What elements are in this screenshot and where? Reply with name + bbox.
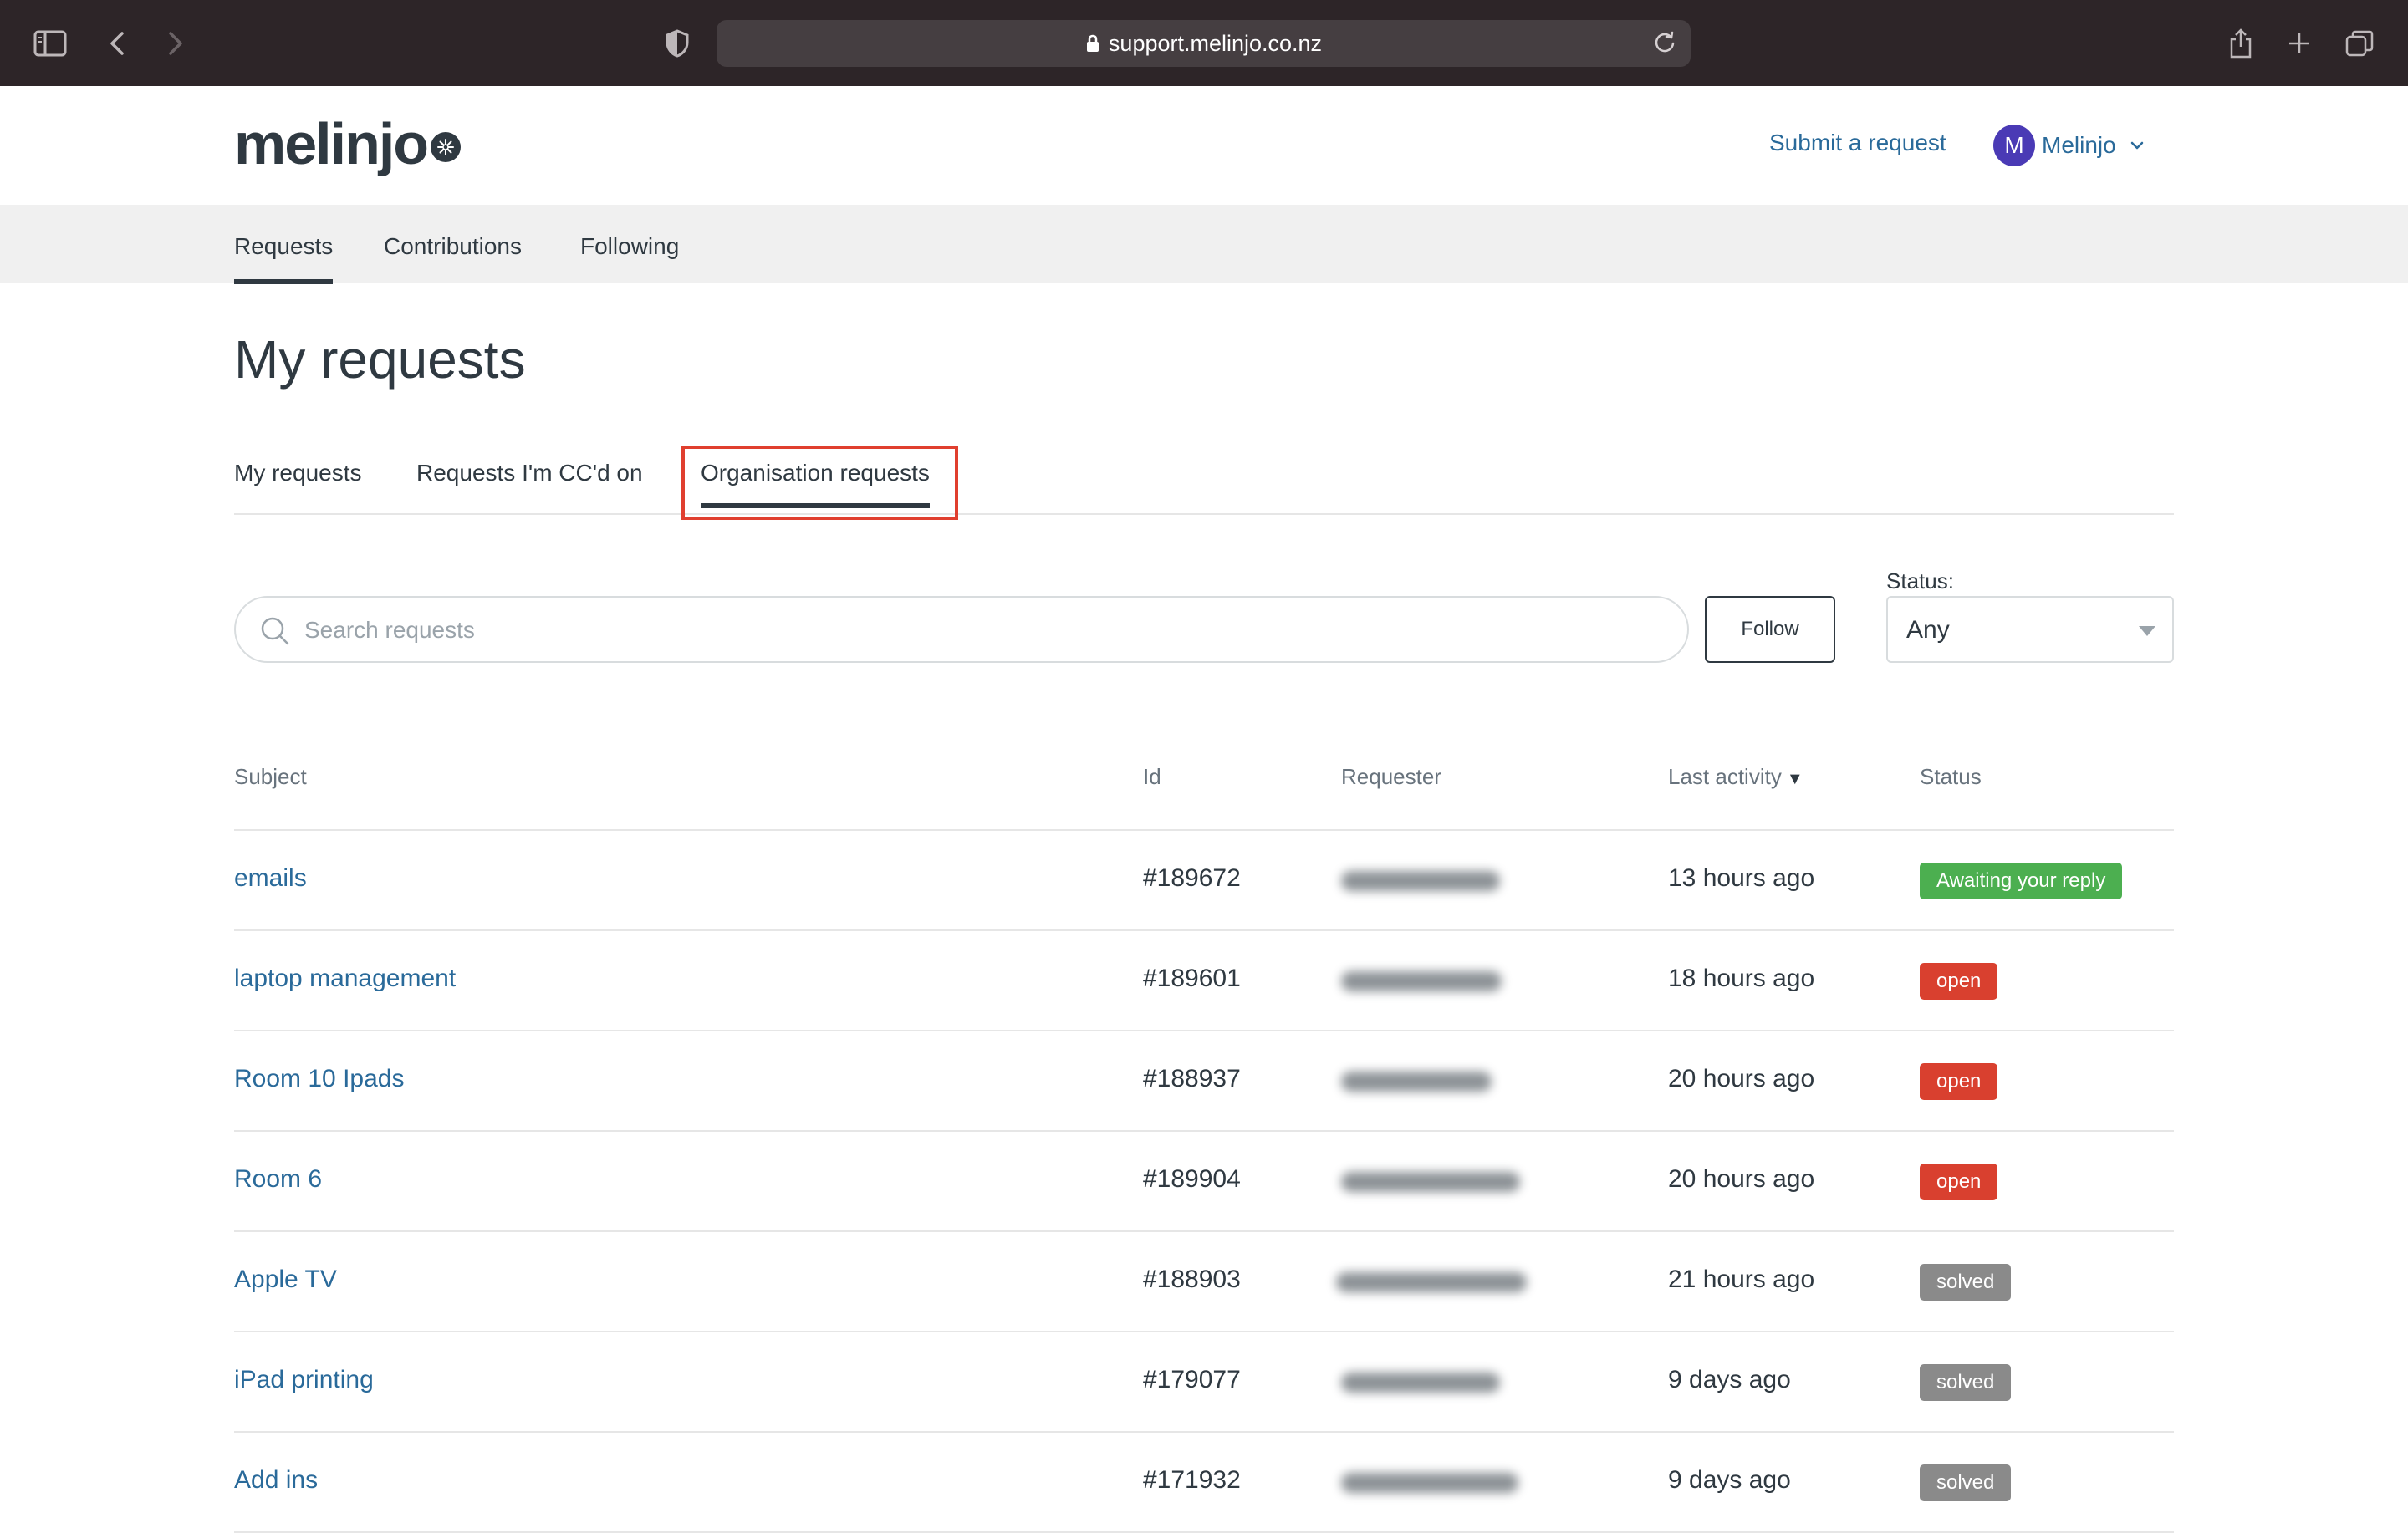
- request-id: #188937: [1143, 1065, 1241, 1092]
- avatar: M: [1993, 125, 2035, 166]
- status-badge: open: [1920, 1164, 1998, 1200]
- browser-toolbar: support.melinjo.co.nz: [0, 0, 2408, 87]
- status-label: Status:: [1886, 568, 1954, 593]
- requester-name-redacted: [1341, 871, 1500, 891]
- share-icon[interactable]: [2222, 25, 2259, 62]
- table-header: Subject Id Requester Last activity ▼ Stat…: [234, 736, 2174, 831]
- request-subject-link[interactable]: Room 10 Ipads: [234, 1065, 404, 1093]
- request-id: #189904: [1143, 1165, 1241, 1193]
- table-row: Apple TV #188903 21 hours ago solved: [234, 1232, 2174, 1332]
- sidebar-icon[interactable]: [32, 25, 69, 62]
- table-row: emails #189672 13 hours ago Awaiting you…: [234, 831, 2174, 931]
- submit-request-link[interactable]: Submit a request: [1769, 130, 1946, 156]
- column-status[interactable]: Status: [1920, 764, 1982, 790]
- request-subject-link[interactable]: emails: [234, 864, 307, 893]
- new-tab-icon[interactable]: [2281, 25, 2318, 62]
- request-id: #171932: [1143, 1466, 1241, 1494]
- requests-table: Subject Id Requester Last activity ▼ Stat…: [234, 736, 2174, 1533]
- status-badge: open: [1920, 1063, 1998, 1100]
- status-badge: Awaiting your reply: [1920, 863, 2123, 899]
- request-subject-link[interactable]: Room 6: [234, 1165, 322, 1194]
- table-row: laptop management #189601 18 hours ago o…: [234, 931, 2174, 1031]
- column-last-activity-label: Last activity: [1668, 764, 1782, 789]
- shield-icon[interactable]: [659, 25, 696, 62]
- profile-subnav: Requests Contributions Following: [0, 205, 2408, 284]
- last-activity: 13 hours ago: [1668, 864, 1815, 892]
- last-activity: 21 hours ago: [1668, 1266, 1815, 1293]
- requester-name-redacted: [1341, 1373, 1500, 1393]
- column-id[interactable]: Id: [1143, 764, 1161, 790]
- request-subject-link[interactable]: iPad printing: [234, 1366, 374, 1394]
- request-tabs: My requests Requests I'm CC'd on Organis…: [234, 448, 2174, 515]
- subnav-following[interactable]: Following: [580, 233, 679, 260]
- page-title: My requests: [234, 329, 526, 390]
- url-text: support.melinjo.co.nz: [1108, 30, 1323, 56]
- status-select-value: Any: [1906, 616, 1950, 644]
- flower-icon: [431, 132, 462, 162]
- highlight-annotation: [681, 446, 958, 520]
- request-id: #189601: [1143, 965, 1241, 992]
- tabs-overview-icon[interactable]: [2341, 25, 2378, 62]
- column-requester[interactable]: Requester: [1341, 764, 1441, 790]
- last-activity: 18 hours ago: [1668, 965, 1815, 992]
- request-id: #188903: [1143, 1266, 1241, 1293]
- chevron-down-icon: [2130, 140, 2145, 150]
- status-badge: solved: [1920, 1464, 2012, 1501]
- last-activity: 9 days ago: [1668, 1466, 1791, 1494]
- column-last-activity[interactable]: Last activity ▼: [1668, 764, 1803, 790]
- caret-down-icon: [2139, 626, 2155, 636]
- follow-button[interactable]: Follow: [1705, 596, 1835, 663]
- table-row: Add ins #171932 9 days ago solved: [234, 1433, 2174, 1533]
- site-header: melinjo Submit a request M Melinjo: [0, 86, 2408, 205]
- request-subject-link[interactable]: laptop management: [234, 965, 456, 993]
- search-box: [234, 596, 1689, 663]
- tab-cc-requests[interactable]: Requests I'm CC'd on: [416, 460, 643, 486]
- subnav-contributions[interactable]: Contributions: [384, 233, 522, 260]
- lock-icon: [1085, 34, 1100, 53]
- melinjo-logo[interactable]: melinjo: [234, 111, 462, 176]
- table-row: Room 10 Ipads #188937 20 hours ago open: [234, 1031, 2174, 1132]
- address-bar[interactable]: support.melinjo.co.nz: [717, 20, 1691, 67]
- user-name: Melinjo: [2042, 132, 2116, 158]
- back-icon[interactable]: [99, 25, 135, 62]
- logo-text: melinjo: [234, 111, 429, 176]
- last-activity: 20 hours ago: [1668, 1065, 1815, 1092]
- request-id: #179077: [1143, 1366, 1241, 1393]
- table-row: Room 6 #189904 20 hours ago open: [234, 1132, 2174, 1232]
- subnav-requests[interactable]: Requests: [234, 233, 334, 284]
- request-subject-link[interactable]: Add ins: [234, 1466, 318, 1495]
- last-activity: 20 hours ago: [1668, 1165, 1815, 1193]
- last-activity: 9 days ago: [1668, 1366, 1791, 1393]
- sort-desc-icon: ▼: [1786, 770, 1803, 788]
- requester-name-redacted: [1336, 1272, 1527, 1292]
- status-select[interactable]: Any: [1886, 596, 2174, 663]
- tab-my-requests[interactable]: My requests: [234, 460, 362, 486]
- request-subject-link[interactable]: Apple TV: [234, 1266, 337, 1294]
- search-input[interactable]: [303, 609, 1644, 651]
- request-id: #189672: [1143, 864, 1241, 892]
- status-badge: solved: [1920, 1364, 2012, 1401]
- forward-icon[interactable]: [157, 25, 194, 62]
- requester-name-redacted: [1341, 971, 1502, 991]
- user-menu[interactable]: M Melinjo: [1993, 125, 2145, 166]
- requester-name-redacted: [1341, 1072, 1492, 1092]
- status-badge: solved: [1920, 1264, 2012, 1301]
- table-row: iPad printing #179077 9 days ago solved: [234, 1332, 2174, 1433]
- search-icon: [259, 615, 291, 651]
- requester-name-redacted: [1341, 1172, 1520, 1192]
- requester-name-redacted: [1341, 1473, 1518, 1493]
- reload-icon[interactable]: [1652, 30, 1677, 61]
- column-subject[interactable]: Subject: [234, 764, 307, 790]
- status-badge: open: [1920, 963, 1998, 1000]
